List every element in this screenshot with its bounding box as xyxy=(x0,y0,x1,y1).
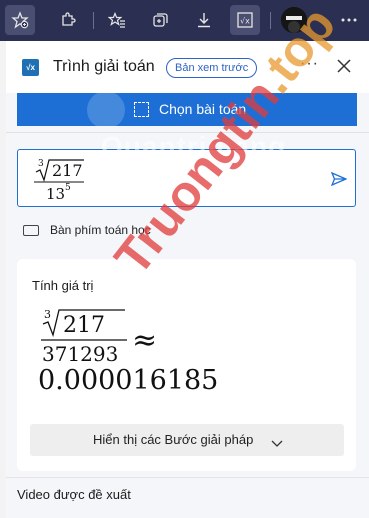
result-fraction: 3 217 371293 xyxy=(41,307,131,369)
choose-problem-button[interactable]: Chọn bài toán xyxy=(17,91,357,129)
result-denominator: 371293 xyxy=(42,342,118,365)
input-denominator-base: 13 xyxy=(46,185,65,202)
collections-icon[interactable] xyxy=(145,5,175,35)
math-solver-app-icon: √x xyxy=(22,59,39,76)
favorites-add-icon[interactable] xyxy=(5,5,35,35)
send-icon[interactable] xyxy=(330,171,348,191)
toolbar-separator xyxy=(270,12,271,29)
math-solver-panel: √x Trình giải toán Bản xem trước ··· Chọ… xyxy=(6,41,369,518)
close-icon[interactable] xyxy=(335,57,353,75)
result-decimal: 0.000016185 xyxy=(38,365,219,396)
result-card: Tính giá trị 3 217 371293 ≈ 0.000016185 … xyxy=(17,259,356,471)
chevron-down-icon xyxy=(271,435,283,453)
result-radicand: 217 xyxy=(63,313,105,338)
show-steps-label: Hiển thị các Bước giải pháp xyxy=(93,432,254,447)
divider xyxy=(6,477,369,478)
keyboard-icon xyxy=(23,225,39,236)
input-denominator-exponent: 5 xyxy=(65,183,71,193)
result-heading: Tính giá trị xyxy=(32,278,94,293)
recommended-videos-heading: Video được đề xuất xyxy=(17,487,131,502)
toolbar-separator xyxy=(93,12,94,29)
panel-title: Trình giải toán xyxy=(53,58,155,75)
approx-sign: ≈ xyxy=(132,323,158,358)
svg-text:√x: √x xyxy=(240,17,250,26)
input-radicand: 217 xyxy=(52,161,83,180)
input-root-index: 3 xyxy=(38,159,44,169)
show-steps-button[interactable]: Hiển thị các Bước giải pháp xyxy=(30,424,344,456)
bulb-icon xyxy=(87,91,125,129)
extensions-icon[interactable] xyxy=(53,5,83,35)
screen-select-icon xyxy=(134,102,149,117)
math-solver-icon[interactable]: √x xyxy=(230,5,260,35)
downloads-icon[interactable] xyxy=(189,5,219,35)
result-root-index: 3 xyxy=(44,308,51,321)
favorites-icon[interactable] xyxy=(102,5,132,35)
input-expression: 3 217 13 5 xyxy=(32,156,102,206)
